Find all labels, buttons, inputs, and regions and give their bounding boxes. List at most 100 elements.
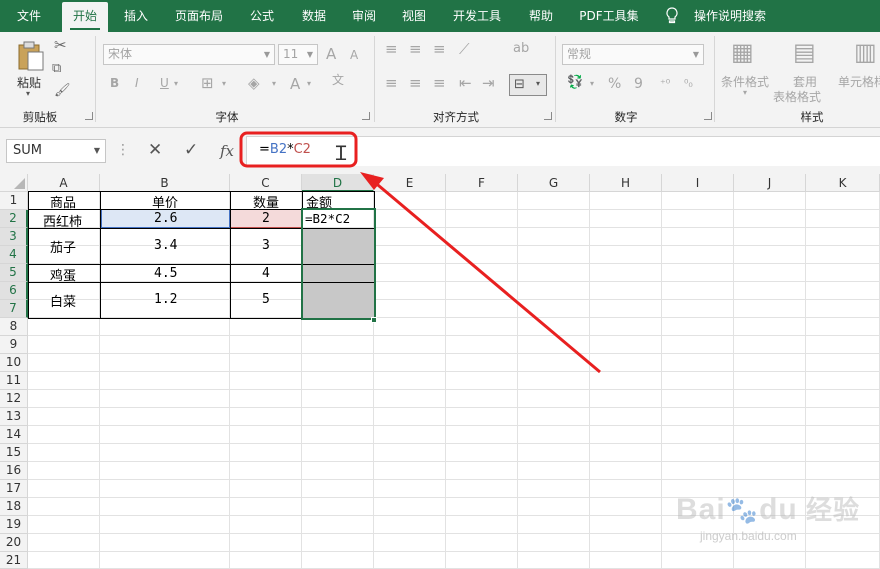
font-size-combo[interactable]: 11 ▼ — [278, 44, 318, 65]
merge-center-button[interactable]: ⊟ ▾ — [509, 74, 547, 96]
cancel-icon[interactable]: ✕ — [148, 140, 162, 160]
cell-c3[interactable]: 3 — [262, 238, 270, 253]
underline-button[interactable]: U — [160, 76, 169, 90]
cell-d2[interactable]: =B2*C2 — [305, 211, 350, 226]
cut-icon[interactable]: ✂ — [54, 38, 67, 53]
row-header-16[interactable]: 16 — [0, 462, 28, 480]
column-header-d[interactable]: D — [302, 174, 374, 192]
paste-icon[interactable] — [16, 40, 46, 75]
chevron-down-icon[interactable]: ▾ — [222, 79, 226, 88]
row-header-3[interactable]: 3 — [0, 228, 28, 246]
select-all-corner[interactable] — [0, 174, 28, 192]
row-header-12[interactable]: 12 — [0, 390, 28, 408]
cell-styles-icon[interactable]: ▥ — [854, 40, 877, 64]
align-center-icon[interactable]: ≡ — [409, 76, 422, 91]
cell-b2[interactable]: 2.6 — [154, 211, 177, 226]
row-header-2[interactable]: 2 — [0, 210, 28, 228]
copy-icon[interactable]: ⧉ — [52, 62, 61, 75]
column-header-i[interactable]: I — [662, 174, 734, 192]
column-header-f[interactable]: F — [446, 174, 518, 192]
cell-c2[interactable]: 2 — [262, 211, 270, 226]
align-left-icon[interactable]: ≡ — [385, 76, 398, 91]
cell-c5[interactable]: 4 — [262, 266, 270, 281]
conditional-format-icon[interactable]: ▦ — [731, 40, 754, 64]
row-header-6[interactable]: 6 — [0, 282, 28, 300]
align-right-icon[interactable]: ≡ — [433, 76, 446, 91]
column-header-h[interactable]: H — [590, 174, 662, 192]
tab-pdf-tools[interactable]: PDF工具集 — [574, 0, 644, 32]
cell-b1[interactable]: 单价 — [152, 192, 178, 211]
bold-button[interactable]: B — [110, 76, 119, 90]
row-header-5[interactable]: 5 — [0, 264, 28, 282]
wrap-text-icon[interactable]: ab — [513, 42, 529, 55]
column-header-g[interactable]: G — [518, 174, 590, 192]
row-header-21[interactable]: 21 — [0, 552, 28, 569]
row-header-15[interactable]: 15 — [0, 444, 28, 462]
row-header-7[interactable]: 7 — [0, 300, 28, 318]
chevron-down-icon[interactable]: ▾ — [26, 89, 30, 98]
row-header-10[interactable]: 10 — [0, 354, 28, 372]
format-painter-icon[interactable]: 🖌 — [54, 84, 71, 97]
border-icon[interactable]: ⊞ — [201, 76, 214, 91]
chevron-down-icon[interactable]: ▾ — [743, 88, 747, 97]
fill-handle[interactable] — [371, 317, 377, 323]
cell-b3[interactable]: 3.4 — [154, 238, 177, 253]
tab-developer[interactable]: 开发工具 — [446, 0, 508, 32]
grow-font-button[interactable]: A — [326, 45, 336, 63]
cell-a3[interactable]: 茄子 — [50, 237, 76, 256]
font-name-combo[interactable]: 宋体 ▼ — [103, 44, 275, 65]
fill-color-icon[interactable]: ◈ — [248, 76, 260, 91]
tab-view[interactable]: 视图 — [395, 0, 433, 32]
row-header-13[interactable]: 13 — [0, 408, 28, 426]
tab-file[interactable]: 文件 — [8, 0, 50, 32]
row-header-19[interactable]: 19 — [0, 516, 28, 534]
tab-review[interactable]: 审阅 — [345, 0, 383, 32]
align-middle-icon[interactable]: ≡ — [409, 42, 422, 57]
column-header-b[interactable]: B — [100, 174, 230, 192]
decrease-indent-icon[interactable]: ⇤ — [459, 76, 472, 91]
column-header-c[interactable]: C — [230, 174, 302, 192]
column-header-e[interactable]: E — [374, 174, 446, 192]
cell-d1[interactable]: 金额 — [306, 192, 332, 211]
row-header-11[interactable]: 11 — [0, 372, 28, 390]
insert-function-button[interactable]: fx — [220, 142, 234, 160]
italic-button[interactable]: I — [135, 76, 139, 90]
enter-icon[interactable]: ✓ — [184, 140, 198, 160]
cell-a5[interactable]: 鸡蛋 — [50, 265, 76, 284]
column-header-k[interactable]: K — [806, 174, 880, 192]
cell-c1[interactable]: 数量 — [253, 192, 279, 211]
table-format-icon[interactable]: ▤ — [793, 40, 816, 64]
chevron-down-icon[interactable]: ▾ — [590, 79, 594, 88]
cell-a1[interactable]: 商品 — [50, 192, 76, 211]
tab-data[interactable]: 数据 — [294, 0, 334, 32]
font-color-button[interactable]: A — [290, 75, 300, 93]
decrease-decimal-icon[interactable]: ⁰₀ — [684, 78, 693, 89]
align-bottom-icon[interactable]: ≡ — [433, 42, 446, 57]
cell-a6[interactable]: 白菜 — [50, 291, 76, 310]
percent-button[interactable]: % — [608, 76, 621, 92]
chevron-down-icon[interactable]: ▾ — [307, 79, 311, 88]
increase-indent-icon[interactable]: ⇥ — [482, 76, 495, 91]
phonetic-icon[interactable]: 文 — [332, 74, 344, 86]
currency-icon[interactable]: 💱 — [567, 76, 583, 89]
shrink-font-button[interactable]: A — [350, 48, 358, 62]
orientation-icon[interactable]: ⟋ — [459, 42, 470, 57]
row-header-17[interactable]: 17 — [0, 480, 28, 498]
row-header-1[interactable]: 1 — [0, 192, 28, 210]
row-header-8[interactable]: 8 — [0, 318, 28, 336]
tab-formulas[interactable]: 公式 — [243, 0, 281, 32]
increase-decimal-icon[interactable]: ⁺⁰ — [660, 78, 670, 89]
tab-help[interactable]: 帮助 — [522, 0, 560, 32]
tell-me-search[interactable]: 操作说明搜索 — [690, 0, 770, 32]
cell-b5[interactable]: 4.5 — [154, 266, 177, 281]
cell-a2[interactable]: 西红柿 — [43, 211, 82, 230]
column-header-j[interactable]: J — [734, 174, 806, 192]
worksheet-grid[interactable]: ABCDEFGHIJK 1 2 3 4 5 6 7 8 9 10 11 12 13 14 15 16 17 18 1… — [0, 174, 880, 569]
alignment-launcher-icon[interactable] — [544, 112, 552, 120]
column-header-a[interactable]: A — [28, 174, 100, 192]
chevron-down-icon[interactable]: ▾ — [174, 79, 178, 88]
align-top-icon[interactable]: ≡ — [385, 42, 398, 57]
table-format-button[interactable]: 表格格式 — [773, 88, 821, 105]
tab-home[interactable]: 开始 — [62, 2, 108, 32]
row-header-20[interactable]: 20 — [0, 534, 28, 552]
